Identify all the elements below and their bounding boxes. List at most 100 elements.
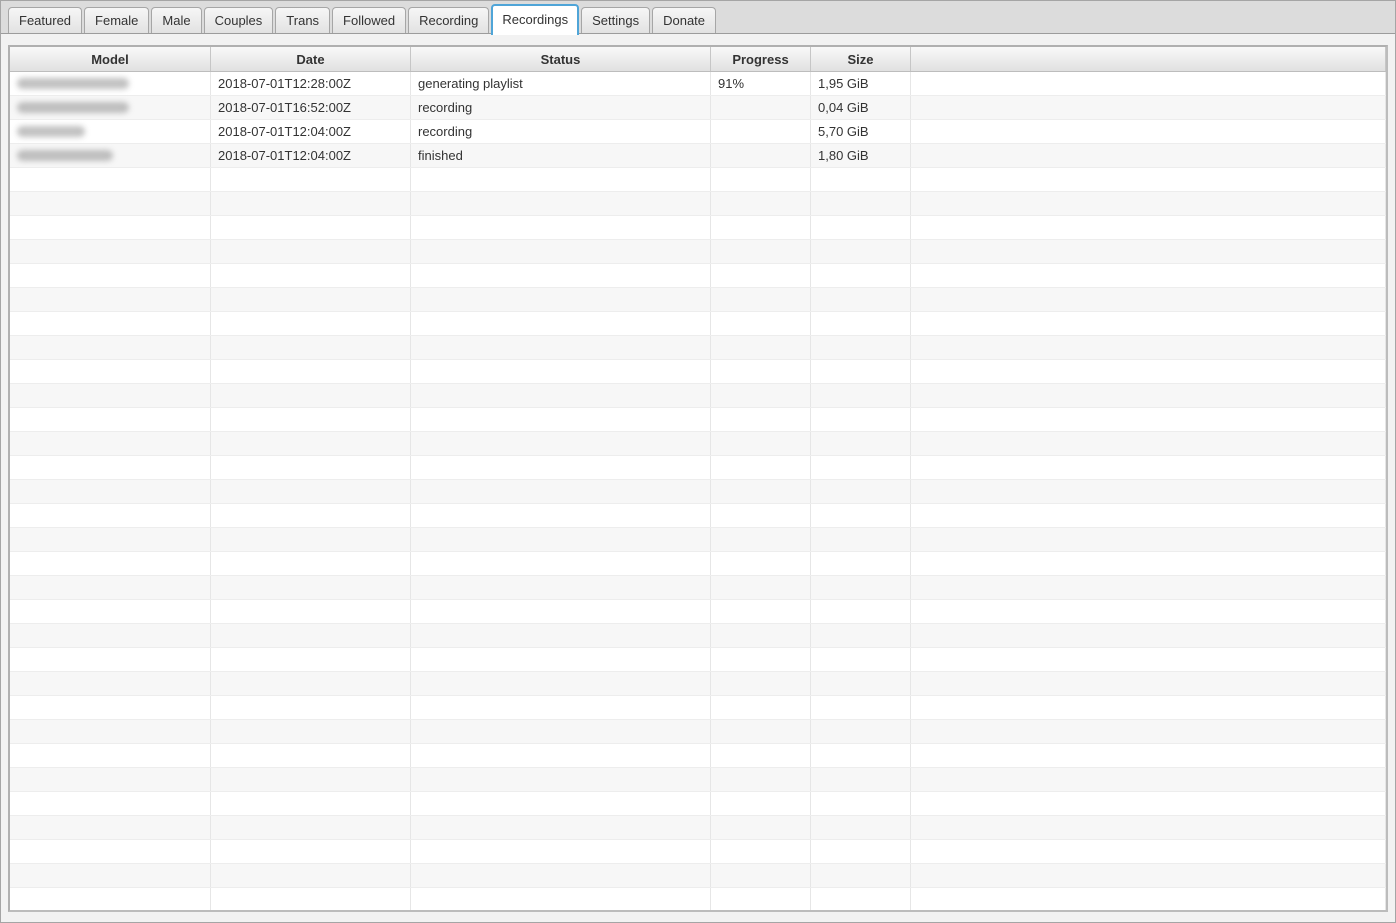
column-header-date[interactable]: Date [211, 47, 411, 71]
table-row-empty [10, 552, 1386, 576]
empty-cell [711, 264, 811, 287]
empty-cell [911, 312, 1386, 335]
empty-cell [211, 744, 411, 767]
empty-cell [10, 528, 211, 551]
model-name-redacted [17, 102, 129, 113]
empty-cell [911, 768, 1386, 791]
tab-trans[interactable]: Trans [275, 7, 330, 33]
status-cell: recording [411, 96, 711, 119]
empty-cell [211, 816, 411, 839]
empty-cell [411, 192, 711, 215]
column-header-model[interactable]: Model [10, 47, 211, 71]
empty-cell [10, 840, 211, 863]
empty-cell [411, 456, 711, 479]
table-row[interactable]: 2018-07-01T12:04:00Z recording 5,70 GiB [10, 120, 1386, 144]
empty-cell [911, 576, 1386, 599]
table-row[interactable]: 2018-07-01T16:52:00Z recording 0,04 GiB [10, 96, 1386, 120]
tab-male[interactable]: Male [151, 7, 201, 33]
empty-cell [711, 456, 811, 479]
empty-cell [10, 552, 211, 575]
empty-cell [811, 768, 911, 791]
empty-cell [211, 408, 411, 431]
empty-cell [211, 888, 411, 910]
table-header-row: Model Date Status Progress Size [10, 47, 1386, 72]
empty-cell [911, 384, 1386, 407]
status-cell: recording [411, 120, 711, 143]
empty-cell [711, 576, 811, 599]
empty-cell [811, 312, 911, 335]
empty-cell [411, 696, 711, 719]
column-header-progress[interactable]: Progress [711, 47, 811, 71]
empty-cell [711, 672, 811, 695]
empty-cell [811, 216, 911, 239]
empty-cell [911, 408, 1386, 431]
tab-recordings[interactable]: Recordings [491, 4, 579, 35]
empty-cell [411, 384, 711, 407]
empty-cell [911, 744, 1386, 767]
empty-cell [711, 648, 811, 671]
empty-cell [10, 168, 211, 191]
empty-cell [711, 744, 811, 767]
empty-cell [411, 816, 711, 839]
empty-cell [411, 720, 711, 743]
size-cell: 1,80 GiB [811, 144, 911, 167]
tab-recording[interactable]: Recording [408, 7, 489, 33]
tab-couples[interactable]: Couples [204, 7, 274, 33]
table-row-empty [10, 504, 1386, 528]
table-row-empty [10, 600, 1386, 624]
empty-cell [811, 552, 911, 575]
tab-bar: Featured Female Male Couples Trans Follo… [1, 1, 1395, 34]
tab-female[interactable]: Female [84, 7, 149, 33]
empty-cell [811, 168, 911, 191]
status-cell: finished [411, 144, 711, 167]
empty-cell [711, 888, 811, 910]
empty-cell [411, 288, 711, 311]
model-cell [10, 96, 211, 119]
empty-cell [211, 624, 411, 647]
tab-followed[interactable]: Followed [332, 7, 406, 33]
recordings-table: Model Date Status Progress Size 2018-07-… [8, 45, 1388, 912]
empty-cell [411, 744, 711, 767]
empty-cell [811, 576, 911, 599]
empty-cell [411, 336, 711, 359]
empty-cell [411, 504, 711, 527]
spacer-cell [911, 96, 1386, 119]
table-row[interactable]: 2018-07-01T12:04:00Z finished 1,80 GiB [10, 144, 1386, 168]
empty-cell [911, 648, 1386, 671]
empty-cell [811, 240, 911, 263]
empty-cell [911, 504, 1386, 527]
empty-cell [10, 768, 211, 791]
tab-featured[interactable]: Featured [8, 7, 82, 33]
model-name-redacted [17, 126, 85, 137]
empty-cell [811, 432, 911, 455]
empty-cell [711, 552, 811, 575]
model-cell [10, 144, 211, 167]
tab-settings[interactable]: Settings [581, 7, 650, 33]
empty-cell [911, 168, 1386, 191]
table-row[interactable]: 2018-07-01T12:28:00Z generating playlist… [10, 72, 1386, 96]
progress-cell [711, 96, 811, 119]
empty-cell [811, 672, 911, 695]
empty-cell [211, 192, 411, 215]
tab-donate[interactable]: Donate [652, 7, 716, 33]
empty-cell [911, 216, 1386, 239]
column-header-spacer [911, 47, 1386, 71]
date-cell: 2018-07-01T12:04:00Z [211, 120, 411, 143]
table-row-empty [10, 216, 1386, 240]
empty-cell [211, 288, 411, 311]
table-row-empty [10, 888, 1386, 910]
empty-cell [10, 504, 211, 527]
column-header-size[interactable]: Size [811, 47, 911, 71]
empty-cell [911, 528, 1386, 551]
column-header-status[interactable]: Status [411, 47, 711, 71]
empty-cell [811, 408, 911, 431]
empty-cell [711, 216, 811, 239]
empty-cell [10, 672, 211, 695]
table-body: 2018-07-01T12:28:00Z generating playlist… [10, 72, 1386, 910]
table-row-empty [10, 384, 1386, 408]
progress-cell [711, 144, 811, 167]
empty-cell [211, 528, 411, 551]
empty-cell [811, 864, 911, 887]
empty-cell [911, 720, 1386, 743]
empty-cell [10, 192, 211, 215]
